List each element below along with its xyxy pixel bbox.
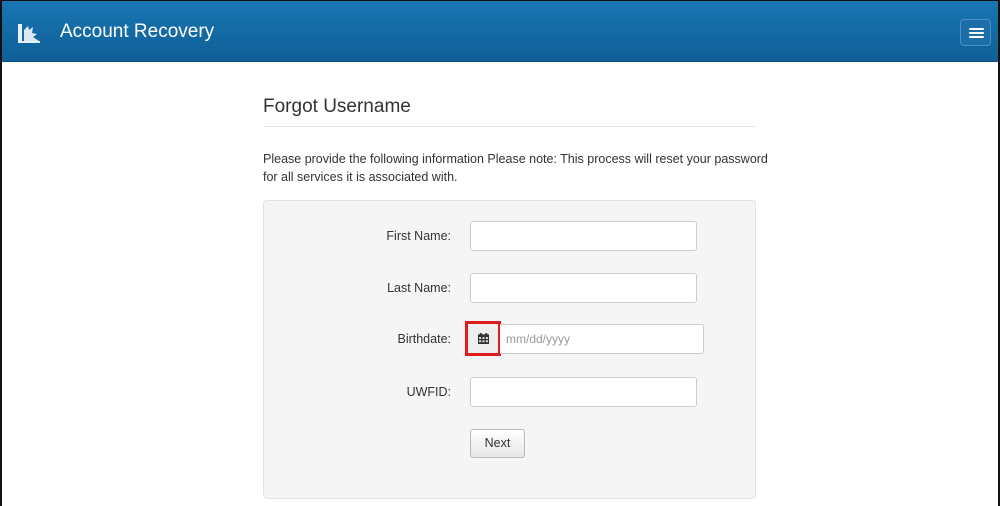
app-title[interactable]: Account Recovery [60, 21, 214, 43]
birthdate-label: Birthdate: [397, 332, 451, 346]
page-title: Forgot Username [263, 96, 411, 117]
top-navbar: Account Recovery [2, 1, 998, 62]
calendar-icon [478, 333, 489, 344]
birthdate-field[interactable] [500, 324, 704, 354]
uwfid-field[interactable] [470, 377, 697, 407]
instructions-text: Please provide the following information… [263, 152, 768, 184]
hamburger-menu-icon[interactable] [960, 19, 991, 46]
title-divider [263, 126, 756, 127]
first-name-label: First Name: [386, 229, 451, 243]
last-name-label: Last Name: [387, 281, 451, 295]
birthdate-group [465, 321, 704, 356]
first-name-field[interactable] [470, 221, 697, 251]
next-button[interactable]: Next [470, 429, 525, 458]
calendar-button[interactable] [465, 321, 501, 356]
last-name-field[interactable] [470, 273, 697, 303]
castle-logo-icon[interactable] [17, 21, 41, 45]
uwfid-label: UWFID: [406, 385, 451, 399]
